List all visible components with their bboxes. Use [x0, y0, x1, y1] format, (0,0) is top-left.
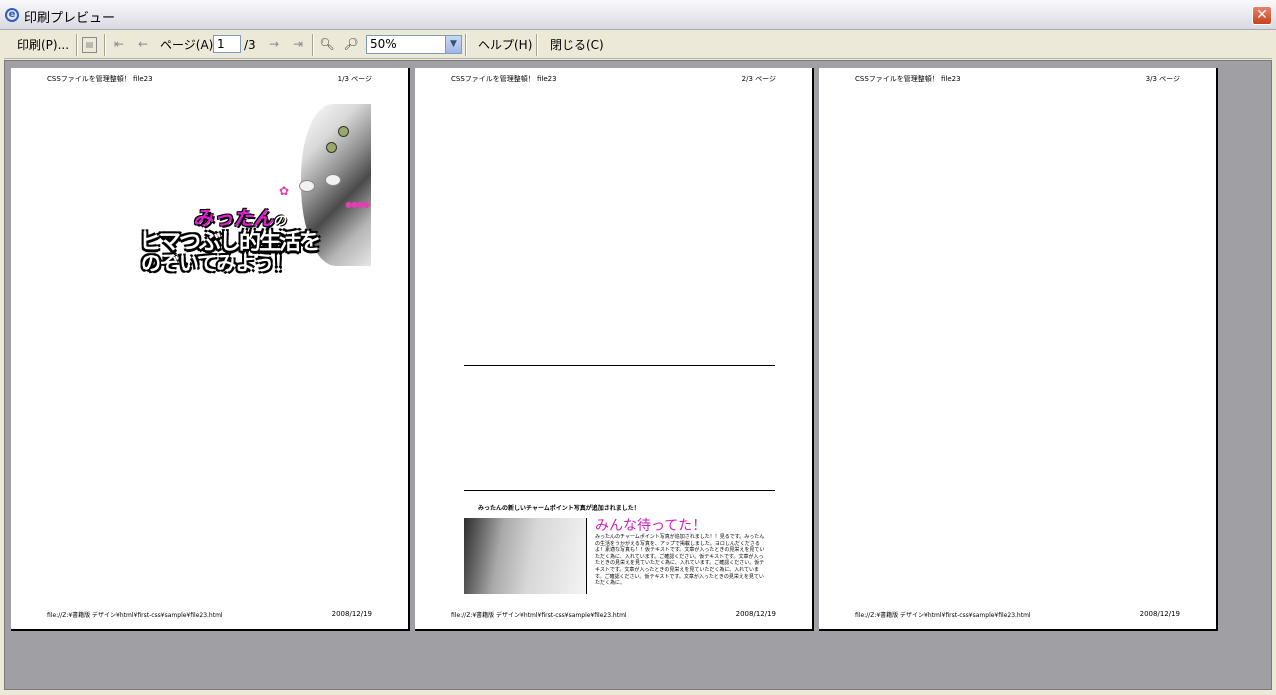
page-number-input[interactable]	[213, 35, 241, 53]
news-photo	[464, 518, 587, 594]
close-window-button[interactable]: ✕	[1252, 6, 1272, 25]
page-header-right: 3/3 ページ	[1145, 75, 1180, 83]
toolbar: 印刷(P)... ▤ ⇤ ← ページ(A) /3 → ⇥ 🔍︎ 🔎︎ 50% ▼…	[4, 31, 1272, 59]
last-page-icon[interactable]: ⇥	[290, 36, 306, 52]
divider-line	[464, 365, 775, 366]
preview-page-3[interactable]: CSSファイルを管理整頓！ file23 3/3 ページ file://Z:¥書…	[819, 68, 1218, 631]
cat-paw	[299, 180, 315, 192]
cat-paw	[325, 174, 341, 186]
page-footer-right: 2008/12/19	[735, 610, 776, 618]
news-body: みったんのチャームポイント写真が追加されました！！見るです。みったんの生活をうか…	[595, 534, 765, 587]
previous-page-icon[interactable]: ←	[135, 36, 151, 52]
page-footer-right: 2008/12/19	[1139, 610, 1180, 618]
title-bar: e 印刷プレビュー ✕	[0, 0, 1276, 30]
ie-icon: e	[5, 8, 19, 22]
print-button[interactable]: 印刷(P)...	[17, 36, 69, 54]
toolbar-separator	[104, 34, 106, 56]
preview-area[interactable]: CSSファイルを管理整頓！ file23 1/3 ページ ✿ ●●●● みったん…	[4, 60, 1272, 690]
chevron-down-icon[interactable]: ▼	[445, 36, 461, 53]
zoom-out-icon[interactable]: 🔍︎	[319, 36, 335, 52]
toolbar-separator	[536, 34, 538, 56]
toolbar-separator	[76, 34, 78, 56]
news-heading: みったんの新しいチャームポイント写真が追加されました！	[478, 505, 640, 512]
zoom-select[interactable]: 50% ▼	[366, 35, 462, 54]
page-header-left: CSSファイルを管理整頓！ file23	[451, 75, 557, 83]
news-title: みんな待ってた！	[595, 518, 707, 534]
toolbar-separator	[465, 34, 467, 56]
page-header-right: 2/3 ページ	[741, 75, 776, 83]
window-title: 印刷プレビュー	[24, 11, 116, 26]
page-footer-left: file://Z:¥書籍版 デザイン¥html¥first-css¥sample…	[855, 612, 1031, 619]
next-page-icon[interactable]: →	[266, 36, 282, 52]
cat-eye	[326, 142, 337, 153]
help-button[interactable]: ヘルプ(H)	[478, 36, 532, 54]
toolbar-separator	[312, 34, 314, 56]
page-header-left: CSSファイルを管理整頓！ file23	[47, 75, 153, 83]
site-banner: ✿ ●●●● みったんの ヒマつぶし的生活を のぞいてみよう！	[139, 104, 371, 275]
flower-icon: ✿	[279, 184, 290, 198]
divider-line	[464, 490, 775, 491]
zoom-in-icon[interactable]: 🔎︎	[343, 36, 359, 52]
page-header-left: CSSファイルを管理整頓！ file23	[855, 75, 961, 83]
cat-eye	[338, 126, 349, 137]
preview-page-1[interactable]: CSSファイルを管理整頓！ file23 1/3 ページ ✿ ●●●● みったん…	[11, 68, 410, 631]
page-label: ページ(A)	[160, 38, 214, 52]
preview-page-2[interactable]: CSSファイルを管理整頓！ file23 2/3 ページ みったんの新しいチャー…	[415, 68, 814, 631]
banner-line-3: のぞいてみよう！	[141, 251, 293, 275]
zoom-value: 50%	[370, 37, 397, 51]
first-page-icon[interactable]: ⇤	[111, 36, 127, 52]
page-total: /3	[244, 38, 256, 52]
page-footer-left: file://Z:¥書籍版 デザイン¥html¥first-css¥sample…	[451, 612, 627, 619]
page-footer-left: file://Z:¥書籍版 デザイン¥html¥first-css¥sample…	[47, 612, 223, 619]
page-footer-right: 2008/12/19	[331, 610, 372, 618]
page-header-right: 1/3 ページ	[337, 75, 372, 83]
close-button[interactable]: 閉じる(C)	[550, 36, 604, 54]
page-setup-icon[interactable]: ▤	[82, 37, 97, 53]
beads-icon: ●●●●	[345, 200, 370, 209]
